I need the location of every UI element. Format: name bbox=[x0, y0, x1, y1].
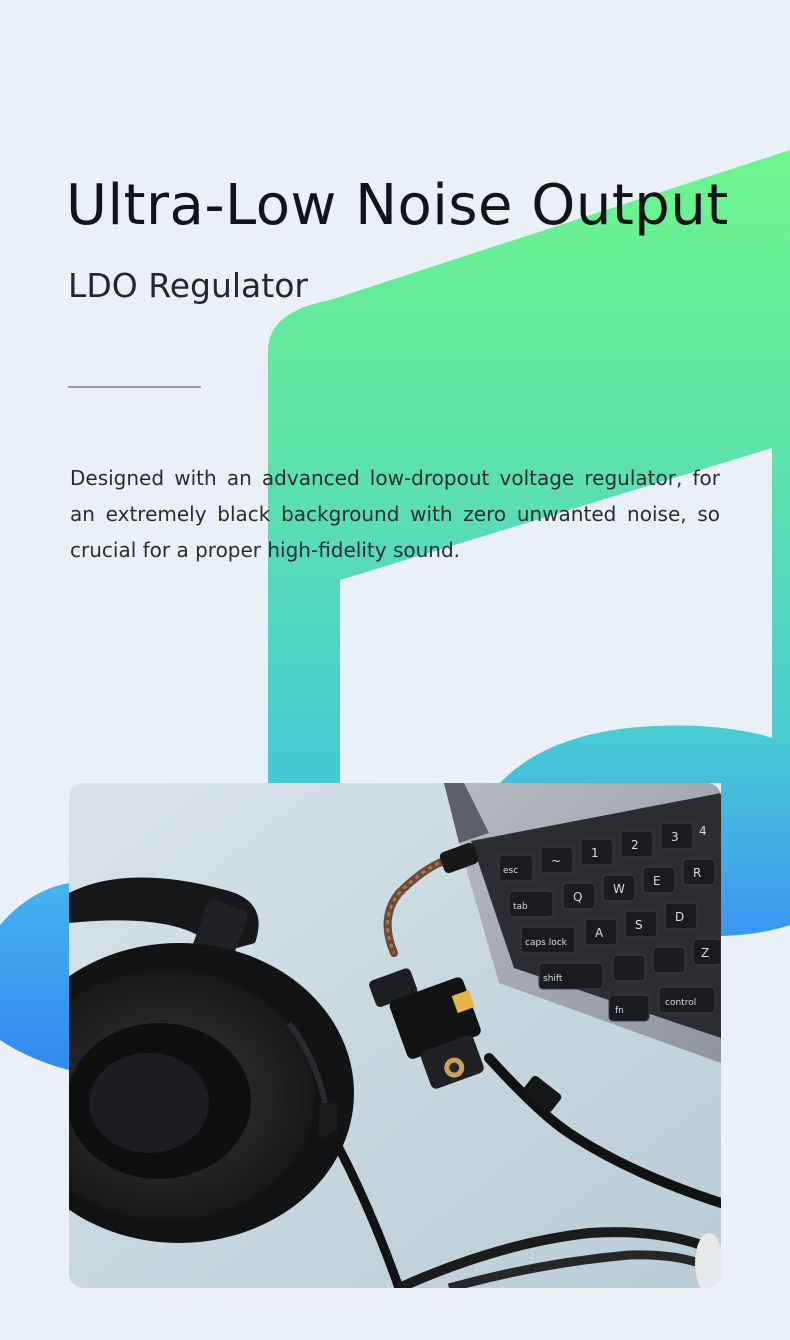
key-label-tilde: ~ bbox=[551, 854, 561, 868]
key-label-r: R bbox=[693, 866, 701, 880]
product-photo: esc tab caps lock shift fn control ~ 1 2… bbox=[69, 783, 721, 1288]
left-blob-shape bbox=[0, 883, 69, 1070]
key-label-e: E bbox=[653, 874, 661, 888]
key-label-control: control bbox=[665, 998, 696, 1008]
key-label-w: W bbox=[613, 882, 625, 896]
key-label-caps-lock: caps lock bbox=[525, 938, 568, 948]
key-label-s: S bbox=[635, 918, 643, 932]
key-label-shift: shift bbox=[543, 974, 563, 984]
key-label-fn: fn bbox=[615, 1006, 624, 1016]
divider bbox=[68, 386, 201, 388]
key-label-esc: esc bbox=[503, 866, 518, 876]
description-text: Designed with an advanced low-dropout vo… bbox=[70, 466, 720, 562]
page: Ultra-Low Noise Output LDO Regulator Des… bbox=[0, 0, 790, 1340]
key-label-z: Z bbox=[701, 946, 709, 960]
key-label-4: 4 bbox=[699, 824, 707, 838]
key-label-a: A bbox=[595, 926, 604, 940]
key-label-d: D bbox=[675, 910, 684, 924]
key-label-2: 2 bbox=[631, 838, 639, 852]
page-subtitle: LDO Regulator bbox=[68, 266, 308, 305]
page-title: Ultra-Low Noise Output bbox=[66, 173, 729, 238]
key-label-3: 3 bbox=[671, 830, 679, 844]
key-label-1: 1 bbox=[591, 846, 599, 860]
key-label-q: Q bbox=[573, 890, 582, 904]
key-label-tab: tab bbox=[513, 902, 528, 912]
